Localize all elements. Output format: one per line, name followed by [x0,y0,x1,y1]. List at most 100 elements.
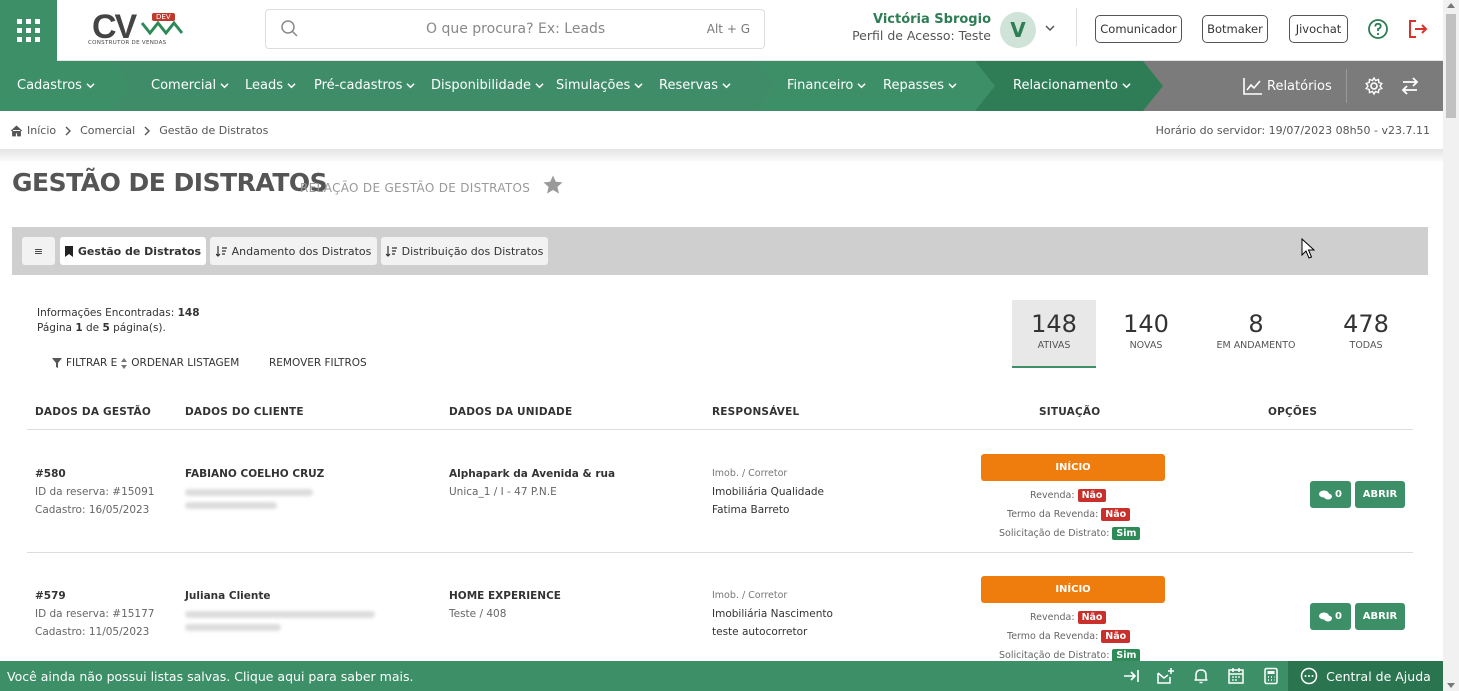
nav-repasses[interactable]: Repasses [883,78,957,93]
swap-icon[interactable] [1400,76,1420,96]
chevron-right-icon [65,126,72,135]
tab-andamento-distratos[interactable]: Andamento dos Distratos [210,237,377,265]
global-search[interactable]: O que procura? Ex: Leads Alt + G [265,9,765,49]
blurred-phone [185,502,277,509]
gear-icon[interactable] [1364,76,1384,96]
open-button[interactable]: ABRIR [1355,481,1405,508]
nav-relatorios[interactable]: Relatórios [1243,77,1332,95]
scroll-up-arrow[interactable] [1447,3,1455,8]
breadcrumb-inicio[interactable]: Início [27,124,56,137]
logout-icon[interactable] [1406,17,1430,41]
scroll-thumb[interactable] [1446,14,1456,118]
help-icon[interactable] [1367,18,1389,40]
logo-dev-badge: DEV [152,13,175,21]
help-center-label: Central de Ajuda [1326,668,1431,684]
nav-leads[interactable]: Leads [245,78,296,93]
responsavel-label: Imob. / Corretor [712,468,788,479]
server-time: Horário do servidor: 19/07/2023 08h50 - … [1155,124,1430,137]
status-badge: INÍCIO [981,454,1165,481]
gestao-id[interactable]: #579 [35,587,154,605]
nav-financeiro[interactable]: Financeiro [787,78,866,93]
imobiliaria-name: Imobiliária Nascimento [712,608,833,620]
nav-label: Relacionamento [1013,78,1118,93]
corretor-name: teste autocorretor [712,626,808,638]
stat-em-andamento[interactable]: 8 EM ANDAMENTO [1214,300,1298,368]
stat-label: NOVAS [1129,340,1163,351]
stat-todas[interactable]: 478 TODAS [1324,300,1408,368]
flag-label: Solicitação de Distrato: [999,528,1110,539]
apps-menu-button[interactable] [0,0,57,61]
responsavel-cell: Imob. / Corretor Imobiliária Qualidade F… [712,465,824,519]
tabs-menu-button[interactable]: ≡ [22,237,55,265]
cadastro-date: Cadastro: 16/05/2023 [35,504,150,516]
chevron-down-icon [406,83,415,89]
nav-label: Pré-cadastros [314,78,403,93]
nav-label: Disponibilidade [431,78,532,93]
scroll-down-arrow[interactable] [1447,683,1455,688]
star-icon[interactable] [542,174,564,196]
comments-icon [1319,612,1333,621]
stat-novas[interactable]: 140 NOVAS [1104,300,1188,368]
nav-divider [1346,69,1347,103]
column-header: DADOS DO CLIENTE [185,406,304,418]
flag-value: Não [1077,489,1107,502]
chat-help-icon [1300,667,1318,685]
nav-simulacoes[interactable]: Simulações [556,78,643,93]
comments-button[interactable]: 0 [1310,481,1351,508]
chevron-down-icon [220,83,229,89]
logo[interactable]: CV DEV CONSTRUTOR DE VENDAS [88,8,188,50]
reserva-id: ID da reserva: #15091 [35,486,155,498]
page-scrollbar[interactable] [1443,0,1459,691]
filter-icon [52,358,62,368]
help-center-button[interactable]: Central de Ajuda [1288,661,1443,691]
sort-icon [215,245,227,257]
nav-relacionamento[interactable]: Relacionamento [1013,78,1131,93]
calendar-icon[interactable] [1227,667,1245,685]
stat-number: 140 [1123,310,1169,338]
nav-label: Reservas [659,78,718,93]
nav-label: Relatórios [1267,78,1332,94]
botmaker-button[interactable]: Botmaker [1202,15,1268,43]
stat-number: 8 [1248,310,1264,338]
collapse-right-icon[interactable] [1122,667,1140,685]
remove-filters-link[interactable]: REMOVER FILTROS [269,357,367,369]
user-info[interactable]: Victória Sbrogio Perfil de Acesso: Teste [852,12,991,43]
comunicador-button[interactable]: Comunicador [1095,15,1182,43]
blurred-email [185,489,313,496]
breadcrumb-comercial[interactable]: Comercial [80,124,135,137]
stat-label: EM ANDAMENTO [1216,340,1296,351]
jivochat-button[interactable]: Jivochat [1289,15,1348,43]
tab-gestao-distratos[interactable]: Gestão de Distratos [60,237,206,265]
open-button[interactable]: ABRIR [1355,603,1405,630]
comments-button[interactable]: 0 [1310,603,1351,630]
flag-label: Termo da Revenda: [1007,631,1099,642]
sort-icon [385,245,397,257]
results-info: Informações Encontradas: 148 Página 1 de… [37,306,200,336]
comments-count: 0 [1335,489,1342,500]
search-icon [281,20,298,37]
bell-icon[interactable] [1192,667,1210,685]
avatar[interactable]: V [1000,12,1036,48]
user-name: Victória Sbrogio [872,12,991,27]
cliente-cell: Juliana Cliente [185,587,385,636]
nav-comercial[interactable]: Comercial [151,78,229,93]
nav-disponibilidade[interactable]: Disponibilidade [431,78,544,93]
saved-lists-message[interactable]: Você ainda não possui listas salvas. Cli… [7,669,413,684]
chevron-down-icon[interactable] [1044,22,1056,34]
comments-icon [1319,490,1333,499]
calculator-icon[interactable] [1262,667,1280,685]
chevron-down-icon [535,83,544,89]
filter-order-link[interactable]: FILTRAR E ORDENAR LISTAGEM [52,357,239,369]
corretor-name: Fatima Barreto [712,504,790,516]
flag-value: Não [1077,611,1107,624]
stat-label: ATIVAS [1037,340,1071,351]
stat-ativas[interactable]: 148 ATIVAS [1012,300,1096,368]
nav-cadastros[interactable]: Cadastros [17,78,95,93]
gestao-id[interactable]: #580 [35,465,154,483]
tab-distribuicao-distratos[interactable]: Distribuição dos Distratos [381,237,548,265]
nav-reservas[interactable]: Reservas [659,78,731,93]
found-label: Informações Encontradas: [37,307,175,319]
mail-add-icon[interactable] [1156,667,1174,685]
nav-pre-cadastros[interactable]: Pré-cadastros [314,78,415,93]
imobiliaria-name: Imobiliária Qualidade [712,486,825,498]
